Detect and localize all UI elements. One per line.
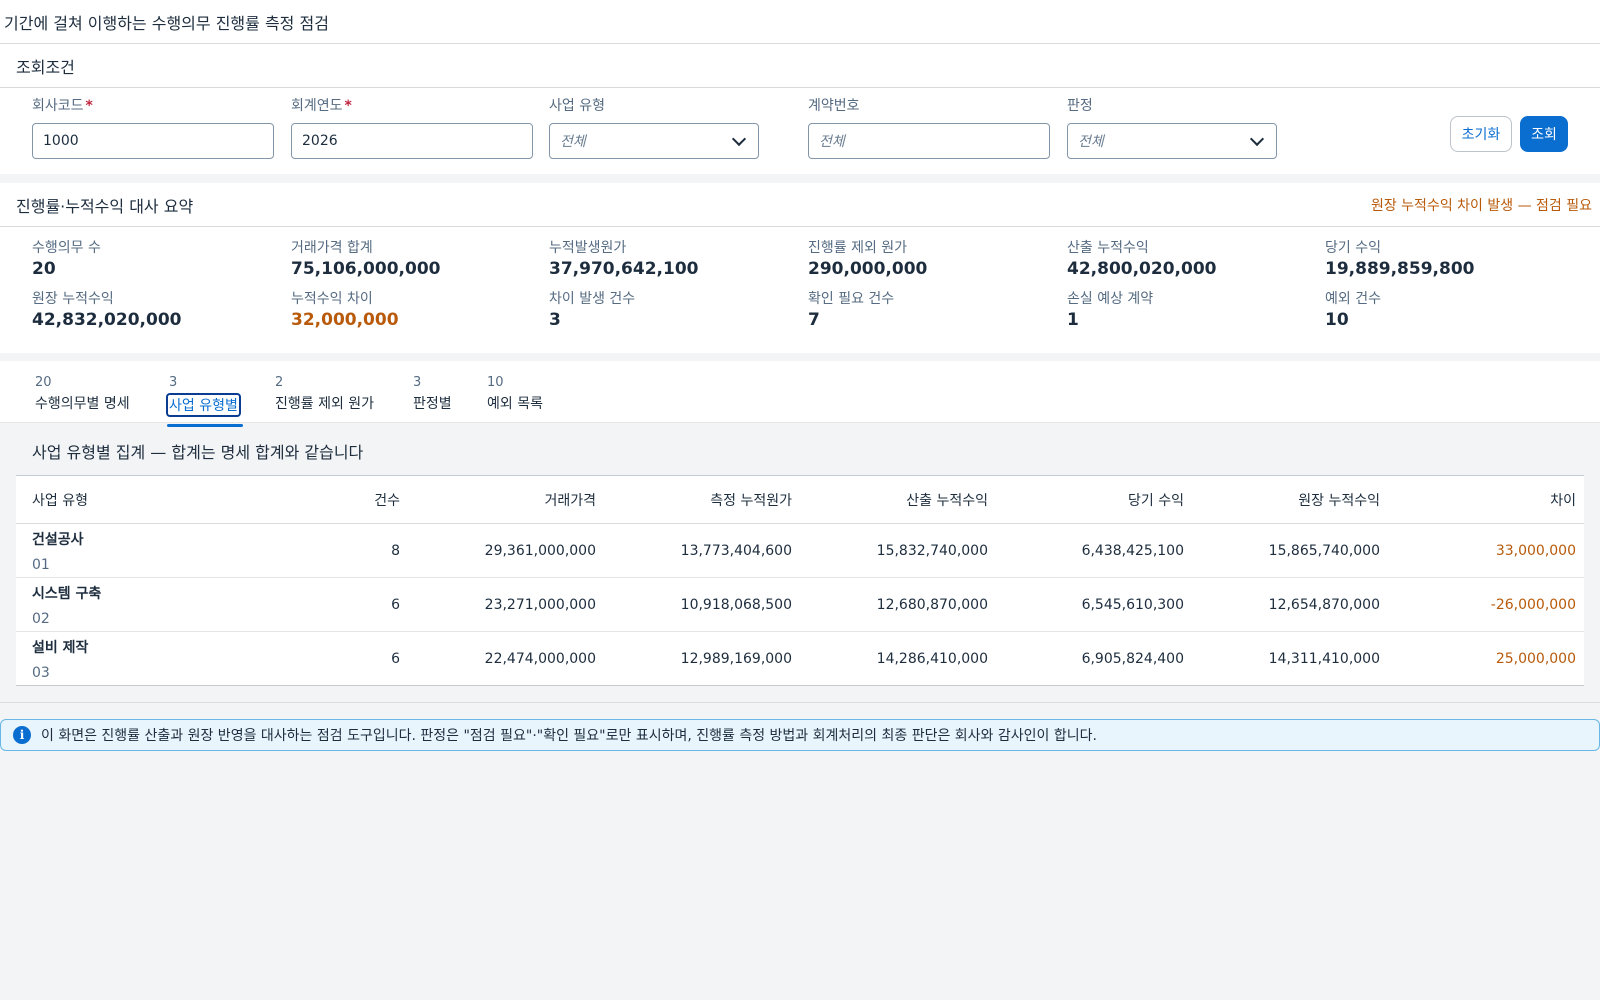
kpi-item: 산출 누적수익 42,800,020,000 xyxy=(1067,240,1217,279)
kpi-item: 예외 건수 10 xyxy=(1325,291,1381,330)
kpi-item: 누적수익 차이 32,000,000 xyxy=(291,291,399,330)
col-header[interactable]: 원장 누적수익 xyxy=(1192,475,1388,524)
table-row[interactable]: 시스템 구축 02 6 23,271,000,000 10,918,068,500… xyxy=(16,577,1584,632)
cell-current-revenue: 6,438,425,100 xyxy=(996,523,1192,578)
judgement-select[interactable]: 전체 xyxy=(1067,123,1277,159)
cell-ledger-revenue: 15,865,740,000 xyxy=(1192,523,1388,578)
kpi-item: 원장 누적수익 42,832,020,000 xyxy=(32,291,182,330)
kpi-item: 확인 필요 건수 7 xyxy=(808,291,895,330)
fiscal-year-label: 회계연도 xyxy=(291,98,343,114)
col-header[interactable]: 사업 유형 xyxy=(16,475,212,524)
business-type-table: 사업 유형 건수 거래가격 측정 누적원가 산출 누적수익 당기 수익 원장 누… xyxy=(16,475,1584,686)
filter-header: 조회조건 xyxy=(0,44,1600,88)
reset-button[interactable]: 초기화 xyxy=(1450,116,1512,152)
info-banner: i 이 화면은 진행률 산출과 원장 반영을 대사하는 점검 도구입니다. 판정… xyxy=(0,719,1600,751)
tab-exceptions[interactable]: 10 예외 목록 xyxy=(487,375,543,413)
cell-ledger-revenue: 14,311,410,000 xyxy=(1268,650,1380,667)
divider xyxy=(0,702,1600,703)
kpi-item: 거래가격 합계 75,106,000,000 xyxy=(291,240,441,279)
business-type-field: 사업 유형 전체 xyxy=(549,96,759,159)
cell-price: 22,474,000,000 xyxy=(484,650,596,667)
col-header[interactable]: 건수 xyxy=(212,475,408,524)
col-header[interactable]: 산출 누적수익 xyxy=(800,475,996,524)
kpi-item: 당기 수익 19,889,859,800 xyxy=(1325,240,1475,279)
tab-excluded-cost[interactable]: 2 진행률 제외 원가 xyxy=(275,375,374,413)
contract-no-field: 계약번호 전체 xyxy=(808,96,1050,159)
cell-price: 29,361,000,000 xyxy=(408,523,604,578)
kpi-item: 차이 발생 건수 3 xyxy=(549,291,636,330)
kpi-item: 누적발생원가 37,970,642,100 xyxy=(549,240,699,279)
summary-panel: 진행률·누적수익 대사 요약 원장 누적수익 차이 발생 — 점검 필요 수행의… xyxy=(0,183,1600,353)
chevron-down-icon xyxy=(731,131,747,146)
tab-bar: 20 수행의무별 명세 3 사업 유형별 2 진행률 제외 원가 3 판정별 10 예외 … xyxy=(0,361,1600,427)
info-text: 이 화면은 진행률 산출과 원장 반영을 대사하는 점검 도구입니다. 판정은 … xyxy=(41,728,1097,744)
cell-count: 6 xyxy=(212,577,408,632)
cell-difference: 25,000,000 xyxy=(1495,650,1576,667)
kpi-item: 손실 예상 계약 1 xyxy=(1067,291,1154,330)
cell-price: 23,271,000,000 xyxy=(408,577,604,632)
kpi-item: 수행의무 수 20 xyxy=(32,240,101,279)
cell-current-revenue: 6,905,824,400 xyxy=(1081,650,1184,667)
filter-heading: 조회조건 xyxy=(16,57,75,77)
table-row[interactable]: 건설공사 01 8 29,361,000,000 13,773,404,600 1… xyxy=(16,523,1584,578)
page-title: 기간에 걸쳐 이행하는 수행의무 진행률 측정 점검 xyxy=(0,0,1600,44)
contract-no-label: 계약번호 xyxy=(808,98,860,114)
cell-current-revenue: 6,545,610,300 xyxy=(996,577,1192,632)
company-code-label: 회사코드 xyxy=(32,98,84,114)
kpi-grid: 수행의무 수 20 거래가격 합계 75,106,000,000 누적발생원가 37,… xyxy=(0,227,1600,353)
judgement-field: 판정 전체 xyxy=(1067,96,1277,159)
judgement-label: 판정 xyxy=(1067,98,1093,114)
cell-calc-revenue: 12,680,870,000 xyxy=(800,577,996,632)
business-type-label: 사업 유형 xyxy=(549,98,605,114)
business-type-code: 02 xyxy=(32,610,50,627)
cell-cost: 10,918,068,500 xyxy=(604,577,800,632)
cell-count: 6 xyxy=(391,650,400,667)
cell-calc-revenue: 14,286,410,000 xyxy=(876,650,988,667)
contract-no-input[interactable]: 전체 xyxy=(808,123,1050,159)
table-row[interactable]: 설비 제작 03 6 22,474,000,000 12,989,169,000 … xyxy=(16,632,1584,686)
tab-obligation-detail[interactable]: 20 수행의무별 명세 xyxy=(35,375,130,413)
cell-difference: -26,000,000 xyxy=(1388,577,1584,632)
summary-alert: 원장 누적수익 차이 발생 — 점검 필요 xyxy=(1370,197,1592,214)
col-header[interactable]: 당기 수익 xyxy=(996,475,1192,524)
cell-difference: 33,000,000 xyxy=(1388,523,1584,578)
tab-business-type[interactable]: 3 사업 유형별 xyxy=(166,375,243,427)
business-type-select[interactable]: 전체 xyxy=(549,123,759,159)
business-type-code: 03 xyxy=(32,664,50,681)
col-header[interactable]: 거래가격 xyxy=(408,475,604,524)
cell-ledger-revenue: 12,654,870,000 xyxy=(1192,577,1388,632)
summary-header: 진행률·누적수익 대사 요약 원장 누적수익 차이 발생 — 점검 필요 xyxy=(0,183,1600,227)
summary-heading: 진행률·누적수익 대사 요약 xyxy=(16,196,194,216)
business-type-name: 건설공사 xyxy=(32,531,84,548)
kpi-item: 진행률 제외 원가 290,000,000 xyxy=(808,240,928,279)
search-button[interactable]: 조회 xyxy=(1520,116,1568,152)
col-header[interactable]: 측정 누적원가 xyxy=(604,475,800,524)
table-title: 사업 유형별 집계 — 합계는 명세 합계와 같습니다 xyxy=(32,443,364,462)
col-header[interactable]: 차이 xyxy=(1388,475,1584,524)
tab-judgement[interactable]: 3 판정별 xyxy=(413,375,452,413)
company-code-input[interactable]: 1000 xyxy=(32,123,274,159)
business-type-name: 시스템 구축 xyxy=(32,585,102,602)
business-type-name: 설비 제작 xyxy=(32,639,89,656)
cell-cost: 13,773,404,600 xyxy=(604,523,800,578)
cell-calc-revenue: 15,832,740,000 xyxy=(800,523,996,578)
table-header-row: 사업 유형 건수 거래가격 측정 누적원가 산출 누적수익 당기 수익 원장 누… xyxy=(16,475,1584,524)
cell-cost: 12,989,169,000 xyxy=(680,650,792,667)
filter-panel: 조회조건 회사코드 * 1000 회계연도 * 2026 사업 유형 전체 계약번호… xyxy=(0,44,1600,174)
business-type-section: 사업 유형별 집계 — 합계는 명세 합계와 같습니다 사업 유형 건수 거래가… xyxy=(0,423,1600,686)
fiscal-year-input[interactable]: 2026 xyxy=(291,123,533,159)
required-marker: * xyxy=(85,98,93,114)
business-type-code: 01 xyxy=(32,556,50,573)
fiscal-year-field: 회계연도 * 2026 xyxy=(291,96,533,159)
info-icon: i xyxy=(13,726,31,744)
required-marker: * xyxy=(344,98,352,114)
filter-bar: 회사코드 * 1000 회계연도 * 2026 사업 유형 전체 계약번호 전체 판… xyxy=(0,88,1600,174)
chevron-down-icon xyxy=(1249,131,1265,146)
company-code-field: 회사코드 * 1000 xyxy=(32,96,274,159)
cell-count: 8 xyxy=(212,523,408,578)
